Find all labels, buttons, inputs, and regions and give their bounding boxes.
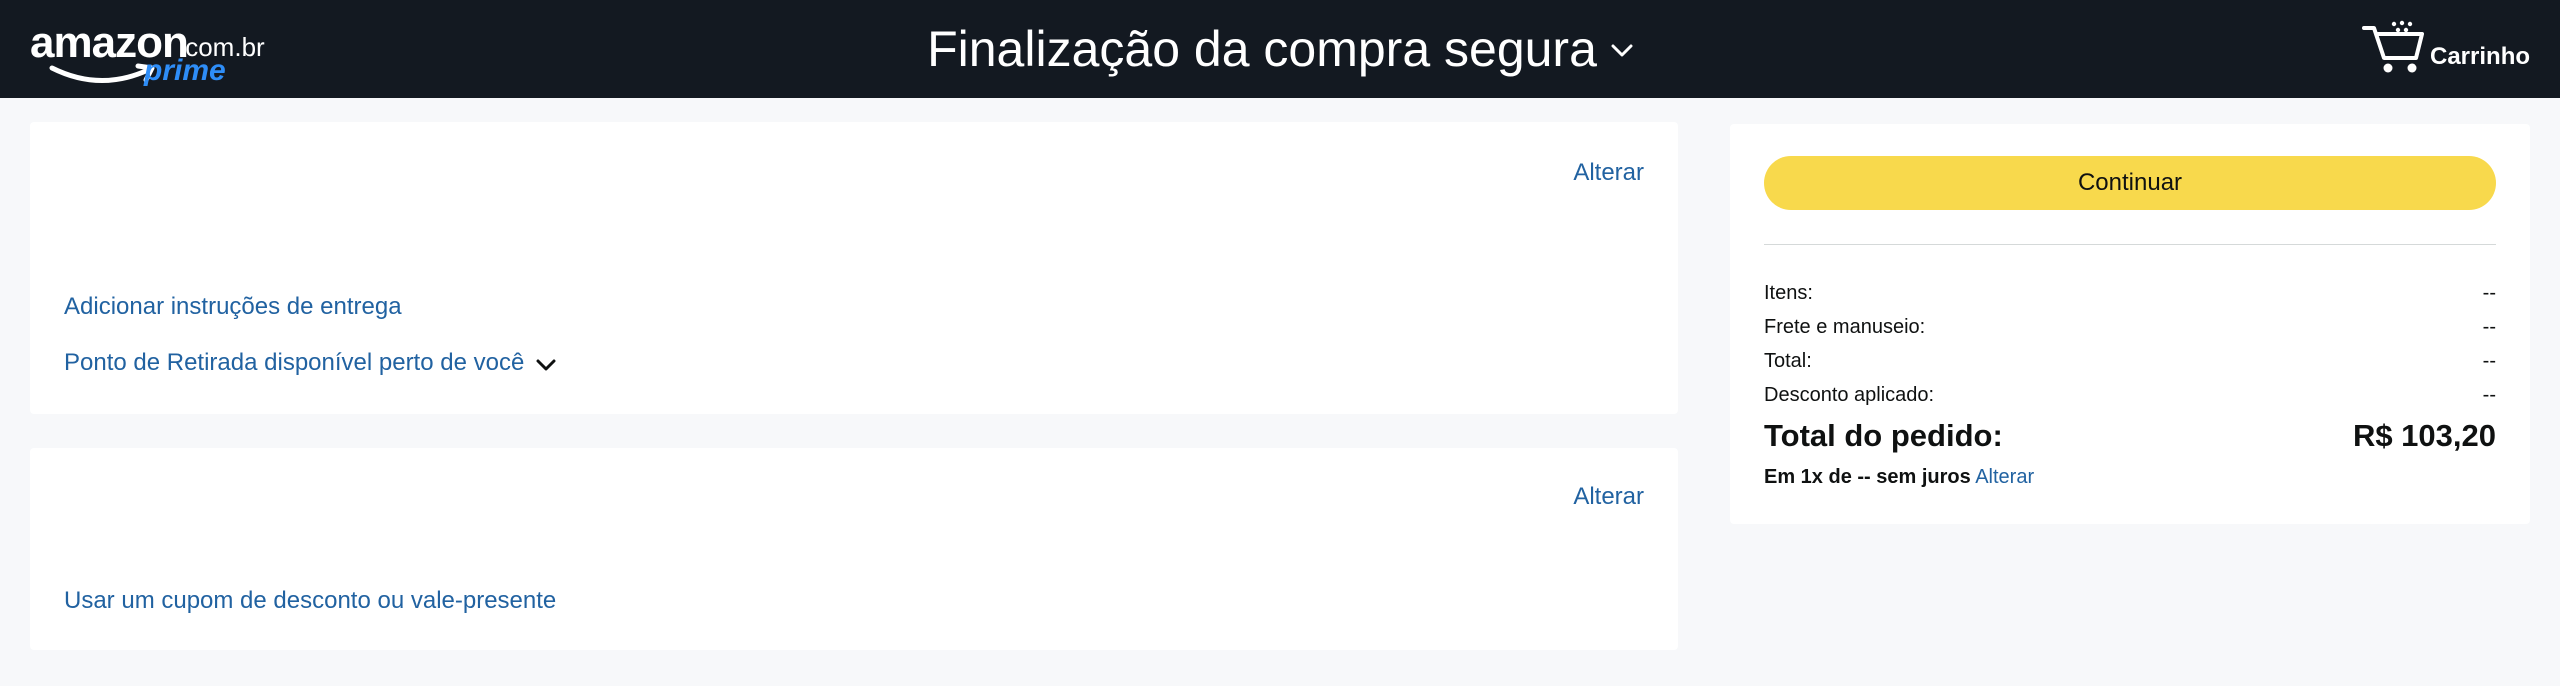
summary-row-value: -- — [2482, 384, 2496, 406]
summary-row-discount: Desconto aplicado: -- — [1764, 380, 2496, 410]
installment-text: Em 1x de -- sem juros — [1764, 466, 1971, 488]
continue-button[interactable]: Continuar — [1764, 156, 2496, 210]
summary-row-label: Itens: — [1764, 282, 1813, 304]
change-payment-link[interactable]: Alterar — [1573, 482, 1644, 512]
cart-link[interactable]: Carrinho — [2362, 20, 2532, 80]
payment-method-card: Alterar Usar um cupom de desconto ou val… — [30, 448, 1678, 650]
chevron-down-icon — [536, 350, 556, 380]
summary-row-value: -- — [2482, 316, 2496, 338]
chevron-down-icon[interactable] — [1611, 44, 1633, 63]
pickup-point-toggle[interactable]: Ponto de Retirada disponível perto de vo… — [64, 346, 556, 380]
add-delivery-instructions-link[interactable]: Adicionar instruções de entrega — [64, 292, 402, 322]
summary-row-label: Frete e manuseio: — [1764, 316, 1926, 338]
coupon-gift-card-link[interactable]: Usar um cupom de desconto ou vale-presen… — [64, 586, 556, 616]
divider — [1764, 244, 2496, 245]
summary-row-label: Total: — [1764, 350, 1812, 372]
summary-row-shipping: Frete e manuseio: -- — [1764, 312, 2496, 342]
summary-row-label: Desconto aplicado: — [1764, 384, 1935, 406]
change-installment-link[interactable]: Alterar — [1975, 466, 2034, 488]
order-total-row: Total do pedido: R$ 103,20 — [1764, 416, 2496, 456]
delivery-address-card: Alterar Adicionar instruções de entrega … — [30, 122, 1678, 414]
order-total-value: R$ 103,20 — [2352, 418, 2496, 453]
cart-label: Carrinho — [2430, 43, 2531, 70]
checkout-title-area: Finalização da compra segura — [0, 0, 2560, 98]
summary-row-items: Itens: -- — [1764, 278, 2496, 308]
change-address-link[interactable]: Alterar — [1573, 158, 1644, 188]
summary-row-value: -- — [2482, 350, 2496, 372]
page-title: Finalização da compra segura — [927, 21, 1597, 77]
summary-row-value: -- — [2482, 282, 2496, 304]
top-navigation-bar: amazon .com.br prime Finalização da comp… — [0, 0, 2560, 98]
order-summary-panel: Continuar Itens: -- Frete e manuseio: --… — [1730, 124, 2530, 524]
summary-row-total: Total: -- — [1764, 346, 2496, 376]
pickup-point-label: Ponto de Retirada disponível perto de vo… — [64, 349, 525, 376]
order-total-label: Total do pedido: — [1764, 418, 2003, 453]
cart-icon — [2362, 20, 2424, 73]
installment-info: Em 1x de -- sem juros Alterar — [1764, 462, 2034, 492]
